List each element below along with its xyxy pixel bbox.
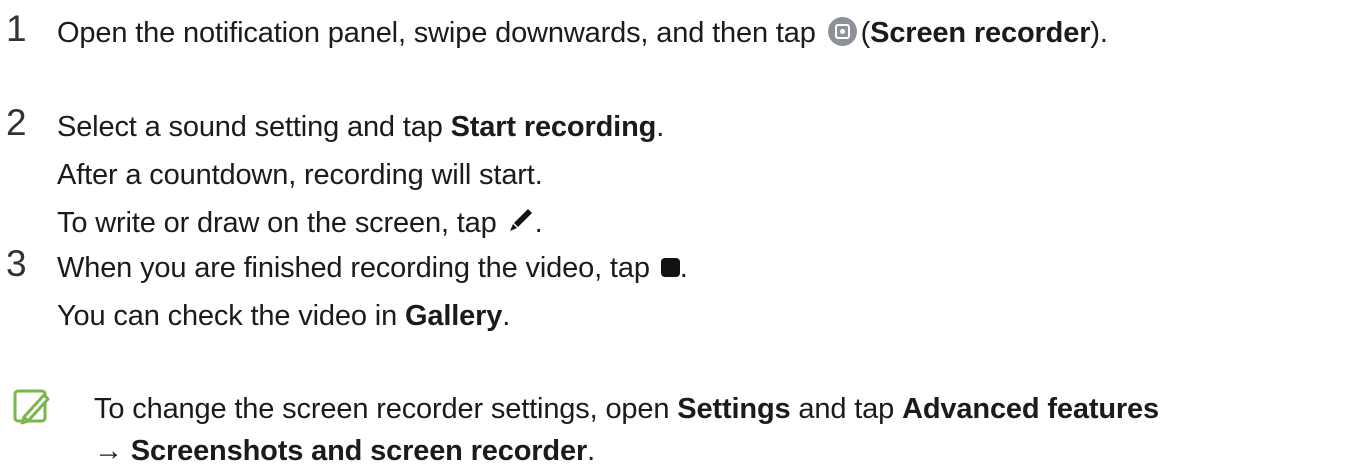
step-text: Open the notification panel, swipe downw… [57,16,1108,49]
step-subtext: To write or draw on the screen, tap . [57,206,543,239]
step-subtext: You can check the video in Gallery. [57,300,511,332]
step-text: Select a sound setting and tap Start rec… [57,111,665,143]
start-recording-label: Start recording [450,111,657,143]
arrow-icon: → [94,435,123,467]
note-pencil-icon [12,388,52,428]
step-subtext: After a countdown, recording will start. [57,159,543,191]
step-number: 1 [6,8,27,49]
step-number: 3 [6,243,27,284]
settings-label: Settings [677,393,791,425]
pen-icon [507,206,535,234]
note-text: To change the screen recorder settings, … [94,393,1159,425]
screen-recorder-label: Screen recorder [870,17,1091,49]
step-text: When you are finished recording the vide… [57,252,688,284]
instructions-document: 1 Open the notification panel, swipe dow… [0,0,1346,467]
step-number: 2 [6,102,27,143]
gallery-label: Gallery [404,300,503,332]
screen-recorder-icon [827,16,857,46]
advanced-features-label: Advanced features [902,393,1159,425]
note-text-continued: → Screenshots and screen recorder. [94,435,596,467]
screenshots-recorder-label: Screenshots and screen recorder [130,435,588,467]
stop-icon [660,257,680,277]
